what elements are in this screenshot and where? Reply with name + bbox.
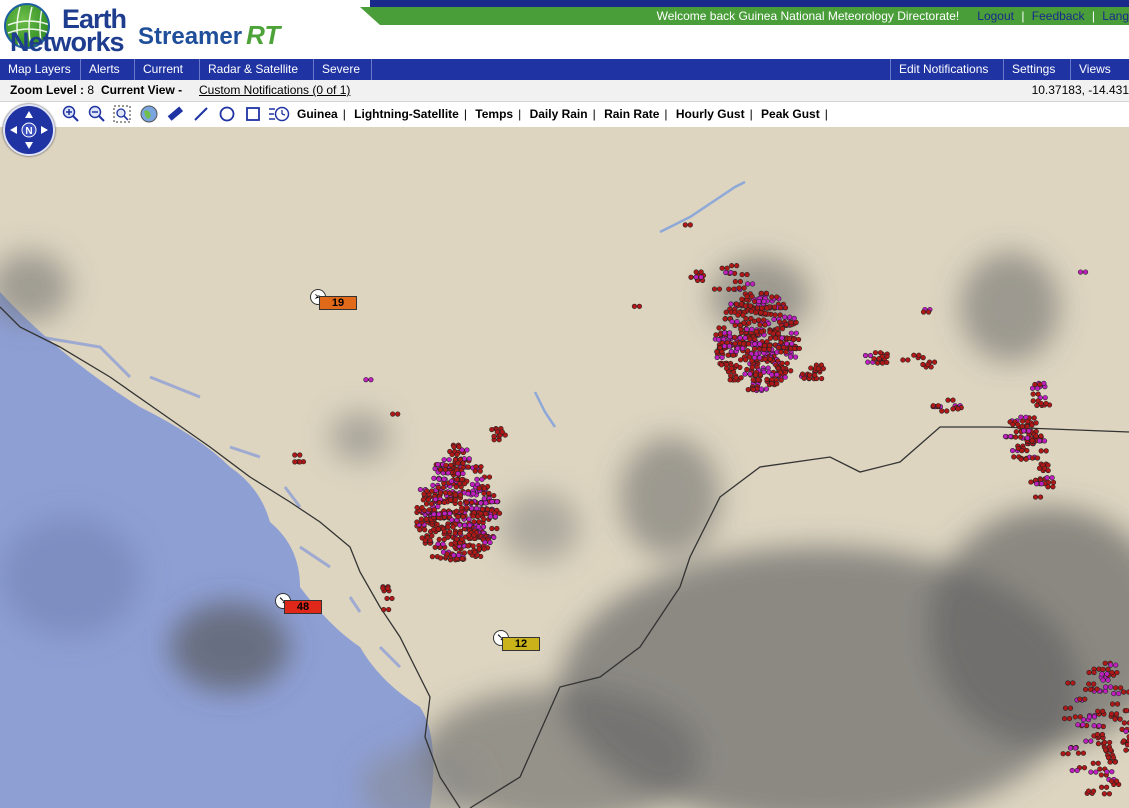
layer-rain-rate[interactable]: Rain Rate — [604, 107, 659, 121]
menu-views[interactable]: Views — [1070, 59, 1126, 80]
separator: | — [1091, 9, 1095, 23]
separator: | — [1021, 9, 1025, 23]
menu-map-layers[interactable]: Map Layers — [0, 59, 81, 80]
layer-daily-rain[interactable]: Daily Rain — [530, 107, 588, 121]
menu-current[interactable]: Current — [135, 59, 200, 80]
layer-hourly-gust[interactable]: Hourly Gust — [676, 107, 745, 121]
menu-settings[interactable]: Settings — [1003, 59, 1070, 80]
gust-value: 19 — [319, 296, 357, 310]
zoom-level: Zoom Level : 8 — [10, 80, 94, 100]
main-menu-bar: Map Layers Alerts Current Radar & Satell… — [0, 59, 1129, 80]
rectangle-icon[interactable] — [244, 105, 262, 123]
separator: | — [463, 107, 467, 121]
ruler-icon[interactable] — [166, 105, 184, 123]
map-canvas — [0, 127, 1129, 808]
gust-marker-12[interactable]: ➘ 12 — [493, 630, 543, 652]
zoom-label: Zoom Level : — [10, 83, 85, 97]
current-view: Current View - — [101, 80, 182, 100]
globe-icon[interactable] — [140, 105, 158, 123]
zoom-value: 8 — [87, 83, 95, 97]
menu-severe[interactable]: Severe — [314, 59, 372, 80]
cursor-coordinates: 10.37183, -14.431 — [1031, 83, 1129, 97]
map-toolbar: Guinea | Lightning-Satellite | Temps | Dail… — [0, 102, 1129, 127]
custom-notifications-link[interactable]: Custom Notifications (0 of 1) — [199, 80, 350, 100]
zoom-in-icon[interactable] — [62, 105, 80, 123]
separator: | — [824, 107, 828, 121]
lightning-strike — [1121, 720, 1129, 726]
time-icon[interactable] — [268, 105, 290, 123]
separator: | — [342, 107, 346, 121]
welcome-bar-stripe — [370, 0, 1129, 7]
layer-temps[interactable]: Temps — [475, 107, 513, 121]
language-link[interactable]: Lang — [1102, 9, 1129, 23]
menu-edit-notifications[interactable]: Edit Notifications — [890, 59, 1003, 80]
separator — [967, 9, 970, 23]
product-suffix: RT — [246, 20, 281, 50]
menu-radar-satellite[interactable]: Radar & Satellite — [200, 59, 314, 80]
weather-map[interactable]: ➢ 19 ➘ 48 ➘ 12 — [0, 127, 1129, 808]
gust-value: 12 — [502, 637, 540, 651]
zoom-box-icon[interactable] — [113, 105, 131, 123]
status-row: Zoom Level : 8 Current View - Custom Not… — [0, 80, 1129, 102]
app-header: Earth Networks Streamer RT Welcome back G… — [0, 0, 1129, 58]
gust-marker-48[interactable]: ➘ 48 — [275, 593, 325, 615]
earth-networks-logo[interactable]: Earth Networks — [10, 6, 127, 57]
feedback-link[interactable]: Feedback — [1032, 9, 1085, 23]
separator: | — [518, 107, 522, 121]
logo-line2: Networks — [10, 27, 125, 57]
layer-guinea[interactable]: Guinea — [297, 107, 338, 121]
welcome-bar: Welcome back Guinea National Meteorology… — [360, 0, 1129, 26]
separator: | — [749, 107, 753, 121]
circle-icon[interactable] — [218, 105, 236, 123]
layer-links: Guinea | Lightning-Satellite | Temps | Dail… — [297, 107, 833, 121]
separator: | — [592, 107, 596, 121]
line-icon[interactable] — [192, 105, 210, 123]
pan-navigation-control[interactable]: N — [3, 104, 55, 156]
welcome-text-row: Welcome back Guinea National Meteorology… — [657, 9, 1129, 23]
zoom-out-icon[interactable] — [88, 105, 106, 123]
logout-link[interactable]: Logout — [977, 9, 1014, 23]
product-name: Streamer RT — [138, 20, 280, 51]
lightning-strike — [1125, 742, 1129, 748]
layer-peak-gust[interactable]: Peak Gust — [761, 107, 820, 121]
svg-text:N: N — [25, 126, 32, 137]
gust-marker-19[interactable]: ➢ 19 — [310, 289, 360, 311]
lightning-strike — [1121, 689, 1129, 695]
separator: | — [664, 107, 668, 121]
lightning-strike — [1124, 707, 1129, 714]
gust-value: 48 — [284, 600, 322, 614]
current-view-label: Current View - — [101, 83, 183, 97]
welcome-message: Welcome back Guinea National Meteorology… — [656, 9, 960, 23]
layer-lightning-satellite[interactable]: Lightning-Satellite — [354, 107, 459, 121]
product-title: Streamer — [138, 23, 243, 50]
menu-alerts[interactable]: Alerts — [81, 59, 135, 80]
